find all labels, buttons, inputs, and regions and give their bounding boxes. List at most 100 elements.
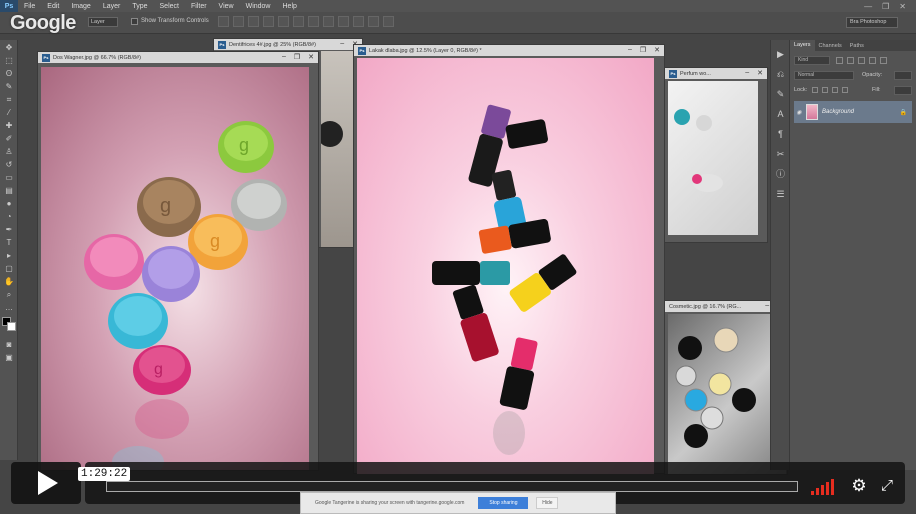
menu-filter[interactable]: Filter — [185, 3, 213, 10]
align-left-icon[interactable] — [263, 16, 274, 27]
character-icon[interactable]: A — [775, 109, 786, 120]
pen-tool-icon[interactable]: ✒ — [3, 224, 15, 235]
pixel-filter-icon[interactable] — [836, 57, 843, 64]
menu-layer[interactable]: Layer — [97, 3, 127, 10]
color-swatches[interactable] — [2, 317, 16, 335]
smart-filter-icon[interactable] — [880, 57, 887, 64]
doc-minimize-icon[interactable]: – — [340, 40, 344, 48]
align-center-icon[interactable] — [278, 16, 289, 27]
doc-minimize-icon[interactable]: – — [765, 302, 769, 310]
stamp-tool-icon[interactable]: ♙ — [3, 146, 15, 157]
distribute-right-icon[interactable] — [383, 16, 394, 27]
background-color[interactable] — [7, 322, 16, 331]
show-transform-checkbox[interactable] — [131, 18, 138, 25]
menu-type[interactable]: Type — [126, 3, 153, 10]
move-tool-icon[interactable]: ✥ — [3, 42, 15, 53]
align-bottom-icon[interactable] — [248, 16, 259, 27]
doc-minimize-icon[interactable]: – — [628, 46, 632, 54]
blur-tool-icon[interactable]: ● — [3, 198, 15, 209]
settings-gear-icon[interactable]: ⚙ — [850, 477, 868, 495]
document-window-center[interactable]: Ps Lakak dlaba.jpg @ 12.5% (Layer 0, RGB… — [353, 44, 665, 474]
healing-brush-icon[interactable]: ✚ — [3, 120, 15, 131]
gradient-tool-icon[interactable]: ▤ — [3, 185, 15, 196]
zoom-tool-icon[interactable]: ⌕ — [3, 289, 15, 300]
visibility-eye-icon[interactable]: ◉ — [794, 109, 804, 116]
history-icon[interactable]: ⎌ — [775, 69, 786, 80]
distribute-left-icon[interactable] — [353, 16, 364, 27]
workspace-dropdown[interactable]: Bra Photoshop — [846, 17, 898, 28]
lasso-tool-icon[interactable]: ʘ — [3, 68, 15, 79]
document-title-bar[interactable]: Ps Perfum wo... – ✕ — [665, 68, 767, 79]
align-middle-icon[interactable] — [233, 16, 244, 27]
document-canvas[interactable] — [321, 51, 357, 247]
eyedropper-icon[interactable]: ⁄ — [3, 107, 15, 118]
fullscreen-icon[interactable]: ⤢ — [879, 478, 895, 494]
quick-mask-icon[interactable]: ◙ — [3, 339, 15, 350]
lock-paint-icon[interactable] — [822, 87, 828, 93]
distribute-top-icon[interactable] — [308, 16, 319, 27]
distribute-bottom-icon[interactable] — [338, 16, 349, 27]
play-action-icon[interactable]: ▶ — [775, 49, 786, 60]
tools-preset-icon[interactable]: ✂ — [775, 149, 786, 160]
lock-position-icon[interactable] — [832, 87, 838, 93]
tab-paths[interactable]: Paths — [846, 43, 868, 49]
history-brush-icon[interactable]: ↺ — [3, 159, 15, 170]
hand-tool-icon[interactable]: ✋ — [3, 276, 15, 287]
adjustments-icon[interactable]: ☰ — [775, 189, 786, 200]
stop-sharing-button[interactable]: Stop sharing — [478, 497, 529, 509]
document-title-bar[interactable]: Ps Dentifrices 4#.jpg @ 25% (RGB/8#) –✕ — [214, 39, 362, 50]
crop-tool-icon[interactable]: ⌗ — [3, 94, 15, 105]
doc-minimize-icon[interactable]: – — [282, 53, 286, 61]
close-button[interactable]: ✕ — [899, 2, 906, 11]
type-tool-icon[interactable]: T — [3, 237, 15, 248]
restore-button[interactable]: ❐ — [882, 2, 889, 11]
play-button[interactable] — [11, 462, 81, 504]
doc-restore-icon[interactable]: ❐ — [294, 53, 300, 61]
menu-window[interactable]: Window — [240, 3, 277, 10]
quick-select-icon[interactable]: ✎ — [3, 81, 15, 92]
adjustment-filter-icon[interactable] — [847, 57, 854, 64]
minimize-button[interactable]: — — [864, 2, 872, 11]
document-canvas[interactable] — [668, 81, 758, 235]
brush-preset-icon[interactable]: ✎ — [775, 89, 786, 100]
layer-row-background[interactable]: ◉ Background 🔒 — [794, 101, 912, 123]
brush-tool-icon[interactable]: ✐ — [3, 133, 15, 144]
distribute-middle-icon[interactable] — [323, 16, 334, 27]
marquee-tool-icon[interactable]: ⬚ — [3, 55, 15, 66]
document-title-bar[interactable]: Ps Lakak dlaba.jpg @ 12.5% (Layer 0, RGB… — [354, 45, 664, 56]
shape-tool-icon[interactable]: ▢ — [3, 263, 15, 274]
tab-layers[interactable]: Layers — [790, 40, 815, 51]
dodge-tool-icon[interactable]: ◔ — [3, 211, 15, 222]
doc-close-icon[interactable]: ✕ — [308, 53, 314, 61]
document-window-left[interactable]: Ps Dos Wagner.jpg @ 66.7% (RGB/8#) – ❐ ✕ g… — [37, 51, 319, 471]
menu-image[interactable]: Image — [65, 3, 96, 10]
doc-close-icon[interactable]: ✕ — [757, 69, 763, 77]
opacity-field[interactable] — [894, 71, 912, 80]
menu-file[interactable]: File — [18, 3, 41, 10]
align-right-icon[interactable] — [293, 16, 304, 27]
auto-select-dropdown[interactable]: Layer — [88, 17, 118, 27]
document-title-bar[interactable]: Ps Dos Wagner.jpg @ 66.7% (RGB/8#) – ❐ ✕ — [38, 52, 318, 63]
menu-view[interactable]: View — [213, 3, 240, 10]
fill-field[interactable] — [894, 86, 912, 95]
lock-all-icon[interactable] — [842, 87, 848, 93]
lock-pixels-icon[interactable] — [812, 87, 818, 93]
progress-bar[interactable] — [106, 481, 798, 492]
align-top-icon[interactable] — [218, 16, 229, 27]
tab-channels[interactable]: Channels — [815, 43, 846, 49]
hide-button[interactable]: Hide — [536, 497, 559, 509]
shape-filter-icon[interactable] — [869, 57, 876, 64]
blend-mode-dropdown[interactable]: Normal — [794, 71, 854, 80]
document-window-right-top[interactable]: Ps Perfum wo... – ✕ — [664, 67, 768, 243]
volume-control[interactable] — [811, 479, 839, 495]
layer-filter-dropdown[interactable]: Kind — [794, 56, 830, 65]
document-canvas[interactable] — [668, 314, 786, 474]
screen-mode-icon[interactable]: ▣ — [3, 352, 15, 363]
path-select-icon[interactable]: ▸ — [3, 250, 15, 261]
doc-close-icon[interactable]: ✕ — [654, 46, 660, 54]
info-icon[interactable]: ⓘ — [775, 169, 786, 180]
menu-edit[interactable]: Edit — [41, 3, 65, 10]
eraser-tool-icon[interactable]: ▭ — [3, 172, 15, 183]
document-canvas[interactable]: g g g g — [41, 67, 309, 470]
paragraph-icon[interactable]: ¶ — [775, 129, 786, 140]
